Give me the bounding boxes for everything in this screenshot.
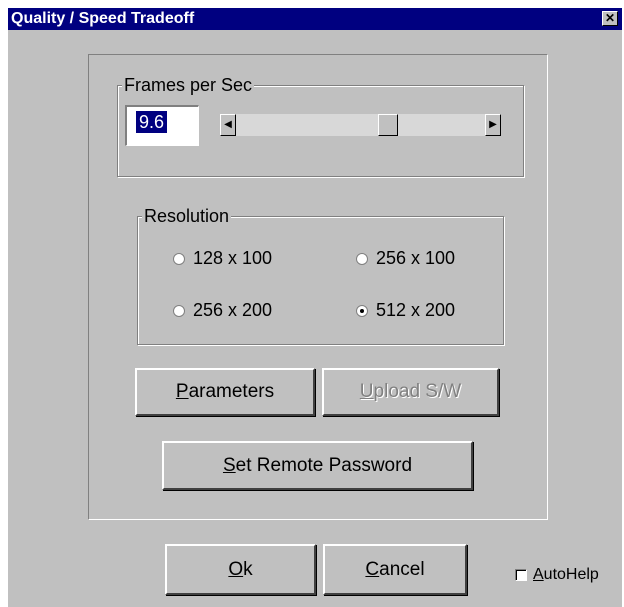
background-strip (0, 0, 624, 8)
title-bar[interactable]: Quality / Speed Tradeoff ✕ (8, 8, 622, 30)
parameters-button[interactable]: Parameters (135, 368, 315, 416)
fps-value-text: 9.6 (136, 111, 168, 133)
button-label: arameters (188, 381, 275, 402)
accelerator-key: P (175, 381, 189, 402)
button-label: k (243, 558, 253, 580)
checkbox-label: utoHelp (543, 566, 599, 583)
radio-option[interactable]: 256 x 200 (173, 300, 272, 321)
radio-button[interactable] (356, 304, 368, 317)
accelerator-key: S (222, 454, 236, 476)
window-title: Quality / Speed Tradeoff (11, 10, 195, 27)
resolution-group: Resolution (137, 206, 504, 345)
upload-button[interactable]: Upload S/W (322, 368, 499, 416)
accelerator-key: A (533, 566, 544, 583)
radio-label: 256 x 200 (193, 300, 273, 320)
set-remote-password-button[interactable]: Set Remote Password (162, 441, 473, 490)
radio-label: 128 x 100 (193, 248, 273, 268)
button-label: pload S/W (373, 381, 462, 402)
slider-thumb[interactable] (378, 114, 398, 136)
radio-option[interactable]: 256 x 100 (356, 248, 455, 269)
radio-option[interactable]: 128 x 100 (173, 248, 272, 269)
close-icon[interactable]: ✕ (602, 11, 618, 26)
radio-button[interactable] (173, 252, 185, 265)
checkbox-box[interactable] (515, 569, 527, 581)
ok-button[interactable]: Ok (165, 544, 316, 595)
accelerator-key: C (365, 558, 380, 580)
fps-value-field[interactable]: 9.6 (125, 105, 199, 146)
radio-label: 256 x 100 (376, 248, 456, 268)
radio-button[interactable] (173, 304, 185, 317)
accelerator-key: U (359, 381, 374, 402)
cancel-button[interactable]: Cancel (323, 544, 467, 595)
autohelp-checkbox[interactable]: AutoHelp (515, 566, 599, 584)
accelerator-key: O (228, 558, 244, 580)
radio-button[interactable] (356, 252, 368, 265)
button-label: ancel (379, 558, 425, 580)
fps-group-legend: Frames per Sec (122, 75, 255, 95)
radio-label: 512 x 200 (376, 300, 456, 320)
scroll-left-icon[interactable]: ◀ (220, 114, 236, 136)
radio-option[interactable]: 512 x 200 (356, 300, 455, 321)
fps-slider[interactable]: ◀ ▶ (220, 114, 501, 136)
resolution-group-legend: Resolution (142, 206, 232, 226)
scroll-right-icon[interactable]: ▶ (485, 114, 501, 136)
button-label: et Remote Password (235, 454, 413, 476)
